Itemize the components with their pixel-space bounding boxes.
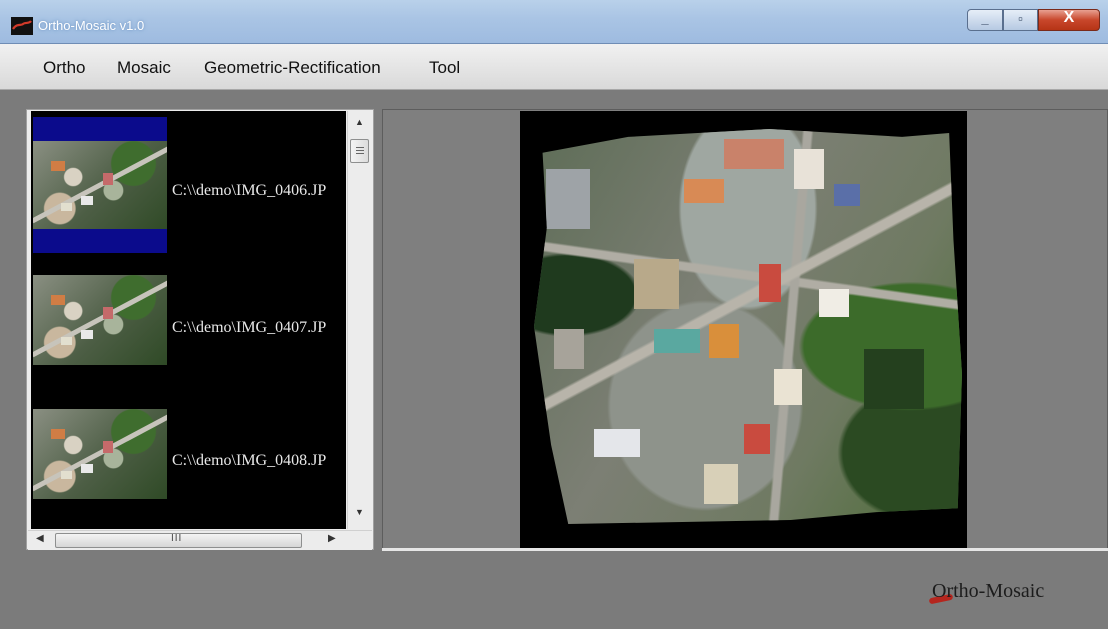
list-item[interactable]: C:\\demo\IMG_0406.JP: [31, 111, 346, 253]
image-list[interactable]: C:\\demo\IMG_0406.JP C:\\demo\IMG_0407.J…: [31, 111, 346, 529]
close-button[interactable]: X: [1038, 9, 1100, 31]
menu-mosaic[interactable]: Mosaic: [117, 58, 171, 78]
scroll-down-icon[interactable]: ▼: [355, 507, 364, 517]
image-view-panel[interactable]: [382, 109, 1108, 550]
menu-tool[interactable]: Tool: [429, 58, 460, 78]
brand-label: Ortho-Mosaic: [932, 580, 1045, 602]
app-logo-icon: [11, 17, 33, 35]
mosaic-canvas: [520, 111, 967, 549]
image-path-label: C:\\demo\IMG_0407.JP: [172, 319, 327, 336]
title-bar[interactable]: Ortho-Mosaic v1.0 _ ▫ X: [0, 0, 1108, 44]
image-thumbnail: [33, 141, 167, 231]
selection-highlight: [33, 117, 167, 141]
minimize-button[interactable]: _: [967, 9, 1003, 31]
image-path-label: C:\\demo\IMG_0408.JP: [172, 452, 327, 469]
mosaic-image: [534, 129, 962, 524]
image-thumbnail: [33, 275, 167, 365]
list-item[interactable]: C:\\demo\IMG_0407.JP: [31, 245, 346, 375]
image-path-label: C:\\demo\IMG_0406.JP: [172, 182, 327, 199]
image-thumbnail: [33, 409, 167, 499]
vertical-scroll-thumb[interactable]: [350, 139, 369, 163]
horizontal-scroll-thumb[interactable]: III: [55, 533, 302, 548]
scroll-up-icon[interactable]: ▲: [355, 117, 364, 127]
menu-ortho[interactable]: Ortho: [43, 58, 86, 78]
vertical-scrollbar[interactable]: ▲ ▼: [347, 111, 372, 529]
menu-geometric-rectification[interactable]: Geometric-Rectification: [204, 58, 381, 78]
horizontal-scrollbar[interactable]: ◀ III ▶: [28, 530, 372, 550]
scroll-left-icon[interactable]: ◀: [36, 533, 44, 544]
window-title: Ortho-Mosaic v1.0: [38, 18, 145, 33]
panel-divider: [382, 548, 1108, 551]
scroll-right-icon[interactable]: ▶: [328, 533, 336, 544]
maximize-button[interactable]: ▫: [1003, 9, 1038, 31]
list-item[interactable]: C:\\demo\IMG_0408.JP: [31, 379, 346, 509]
menu-bar: Ortho Mosaic Geometric-Rectification Too…: [0, 44, 1108, 90]
image-list-panel: C:\\demo\IMG_0406.JP C:\\demo\IMG_0407.J…: [26, 109, 374, 550]
